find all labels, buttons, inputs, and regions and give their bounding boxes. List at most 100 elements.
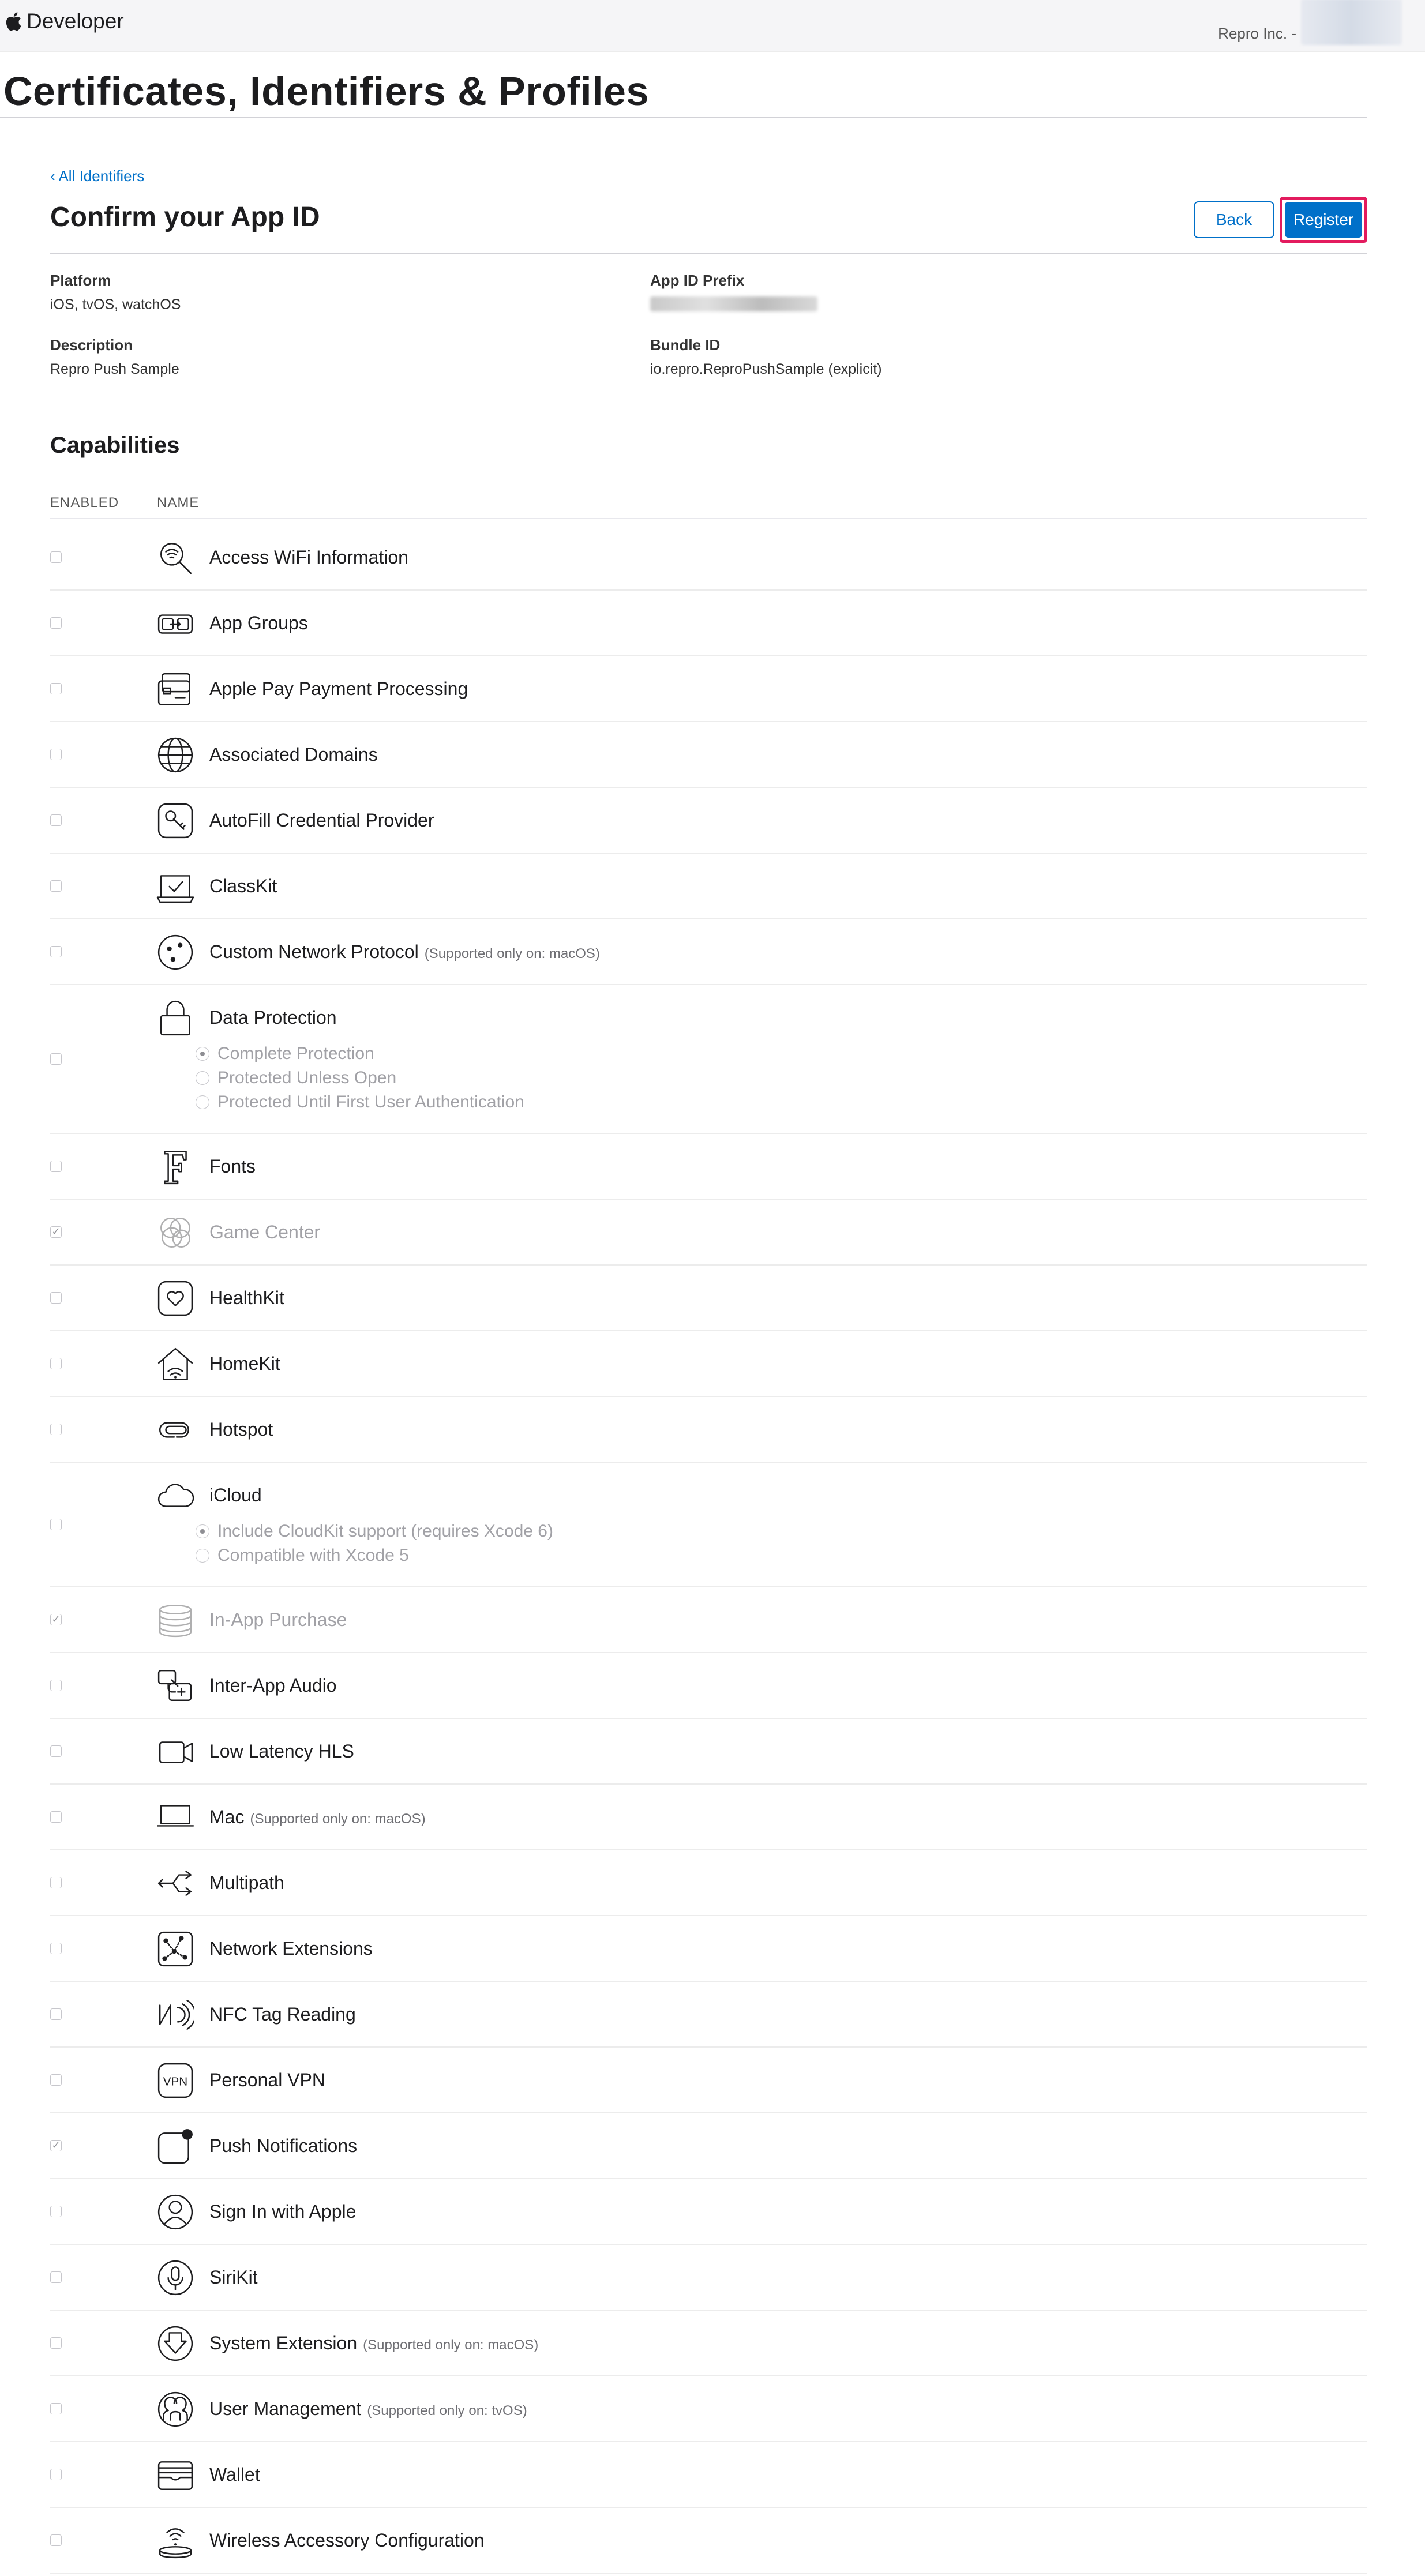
capability-checkbox[interactable]: [50, 1680, 62, 1691]
capability-name: Wireless Accessory Configuration: [209, 2530, 485, 2551]
confirm-header: Confirm your App ID Back Register: [50, 197, 1367, 254]
capability-checkbox[interactable]: [50, 2008, 62, 2020]
heart-icon: [156, 1279, 194, 1317]
capabilities-title: Capabilities: [50, 433, 180, 458]
capability-checkbox[interactable]: ✓: [50, 1614, 62, 1625]
capability-checkbox[interactable]: [50, 1292, 62, 1304]
home-icon: [156, 1345, 194, 1383]
capability-checkbox[interactable]: [50, 1161, 62, 1172]
capability-name: App Groups: [209, 613, 308, 634]
all-identifiers-link[interactable]: ‹ All Identifiers: [50, 167, 144, 185]
capability-checkbox[interactable]: [50, 1519, 62, 1530]
capability-checkbox[interactable]: [50, 946, 62, 957]
capability-row: Fonts: [50, 1134, 1367, 1200]
capability-label: Associated Domains: [209, 744, 378, 765]
capability-row: Low Latency HLS: [50, 1719, 1367, 1785]
capability-label: Low Latency HLS: [209, 1741, 354, 1762]
capability-checkbox[interactable]: [50, 2534, 62, 2546]
capability-checkbox[interactable]: [50, 2206, 62, 2217]
developer-logo[interactable]: Developer: [5, 9, 124, 33]
capability-checkbox[interactable]: [50, 617, 62, 629]
capability-checkbox[interactable]: [50, 683, 62, 694]
radio-circle-icon: [196, 1071, 209, 1085]
capability-checkbox[interactable]: [50, 814, 62, 826]
capability-label: Access WiFi Information: [209, 547, 408, 568]
capability-note: (Supported only on: tvOS): [367, 2403, 527, 2419]
account-redacted: [1301, 0, 1402, 45]
audio-icon: [156, 1667, 194, 1705]
capability-label: HomeKit: [209, 1353, 280, 1374]
capability-name: Sign In with Apple: [209, 2201, 356, 2222]
capability-checkbox[interactable]: [50, 1424, 62, 1435]
capability-name: Fonts: [209, 1156, 256, 1177]
option-radio[interactable]: Include CloudKit support (requires Xcode…: [196, 1519, 553, 1544]
option-radio[interactable]: Protected Unless Open: [196, 1066, 524, 1090]
option-label: Protected Unless Open: [217, 1068, 397, 1087]
capability-row: Custom Network Protocol (Supported only o…: [50, 919, 1367, 985]
capability-row: ClassKit: [50, 854, 1367, 919]
capability-row: ✓ Game Center: [50, 1200, 1367, 1266]
option-radio[interactable]: Protected Until First User Authenticatio…: [196, 1090, 524, 1114]
classkit-icon: [156, 868, 194, 906]
back-button[interactable]: Back: [1194, 201, 1274, 238]
capability-row: User Management (Supported only on: tvOS): [50, 2376, 1367, 2442]
description-value: Repro Push Sample: [50, 361, 179, 377]
capability-checkbox[interactable]: [50, 2403, 62, 2414]
capability-checkbox[interactable]: [50, 2469, 62, 2480]
capabilities-list: Access WiFi Information App Groups Apple P…: [50, 525, 1367, 2574]
capability-row: ✓ Push Notifications: [50, 2113, 1367, 2179]
register-button[interactable]: Register: [1285, 202, 1362, 238]
capability-checkbox[interactable]: [50, 880, 62, 892]
capability-checkbox[interactable]: [50, 1745, 62, 1757]
capability-name: HomeKit: [209, 1353, 280, 1375]
wifi-search-icon: [156, 539, 194, 577]
capability-label: App Groups: [209, 613, 308, 633]
radio-circle-icon: [196, 1549, 209, 1563]
capability-name: Custom Network Protocol (Supported only o…: [209, 941, 600, 963]
capability-checkbox[interactable]: [50, 551, 62, 563]
capability-name: iCloud: [209, 1485, 262, 1506]
capability-row: Apple Pay Payment Processing: [50, 656, 1367, 722]
capability-checkbox[interactable]: [50, 1943, 62, 1954]
capability-row: iCloud Include CloudKit support (requires…: [50, 1463, 1367, 1587]
globe-icon: [156, 736, 194, 774]
page-title: Certificates, Identifiers & Profiles: [3, 69, 649, 114]
option-radio[interactable]: Complete Protection: [196, 1042, 524, 1066]
notification-icon: [156, 2127, 194, 2165]
section-heading: Confirm your App ID: [50, 202, 320, 232]
capability-checkbox[interactable]: ✓: [50, 2140, 62, 2151]
capability-label: Mac: [209, 1807, 245, 1827]
app-id-info: Platform iOS, tvOS, watchOS App ID Prefi…: [50, 272, 1367, 426]
prefix-redacted: [650, 296, 817, 311]
capability-name: Associated Domains: [209, 744, 378, 765]
capability-row: System Extension (Supported only on: macO…: [50, 2311, 1367, 2376]
capability-label: NFC Tag Reading: [209, 2004, 356, 2025]
account-menu[interactable]: Repro Inc. -: [1218, 0, 1402, 45]
laptop-icon: [156, 1798, 194, 1837]
capability-checkbox[interactable]: [50, 1811, 62, 1823]
capability-checkbox[interactable]: ✓: [50, 1226, 62, 1238]
capability-row: Hotspot: [50, 1397, 1367, 1463]
capability-row: Inter-App Audio: [50, 1653, 1367, 1719]
capability-row: Data Protection Complete Protection Protec…: [50, 985, 1367, 1134]
capability-checkbox[interactable]: [50, 2271, 62, 2283]
network-extension-icon: [156, 1930, 194, 1968]
capability-row: Access WiFi Information: [50, 525, 1367, 591]
radio-circle-icon: [196, 1095, 209, 1109]
vpn-icon: VPN: [156, 2061, 194, 2100]
capability-options: Complete Protection Protected Unless Open…: [196, 1042, 524, 1114]
option-radio[interactable]: Compatible with Xcode 5: [196, 1544, 553, 1568]
capability-checkbox[interactable]: [50, 1053, 62, 1065]
capability-checkbox[interactable]: [50, 2074, 62, 2086]
capability-options: Include CloudKit support (requires Xcode…: [196, 1519, 553, 1568]
global-nav: Developer Repro Inc. -: [0, 0, 1425, 52]
capability-checkbox[interactable]: [50, 749, 62, 760]
hotspot-icon: [156, 1411, 194, 1449]
platform-field: Platform iOS, tvOS, watchOS: [50, 272, 181, 313]
capability-checkbox[interactable]: [50, 1358, 62, 1369]
capability-label: Push Notifications: [209, 2135, 358, 2156]
capability-label: HealthKit: [209, 1287, 284, 1308]
capability-checkbox[interactable]: [50, 2337, 62, 2349]
capabilities-header: ENABLED NAME: [50, 495, 1367, 519]
capability-checkbox[interactable]: [50, 1877, 62, 1888]
